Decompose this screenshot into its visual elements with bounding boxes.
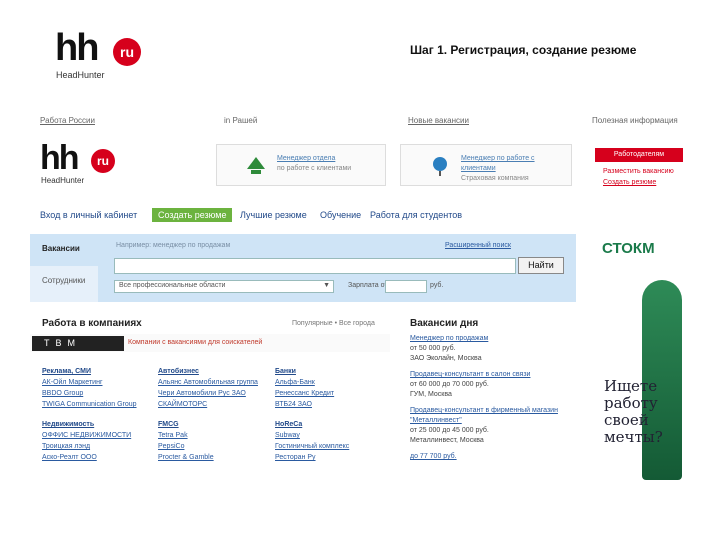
vacancy-company: ЗАО Эколайн, Москва [410,355,482,362]
logo-subtitle: HeadHunter [56,70,105,80]
company-link[interactable]: PepsiCo [158,441,273,452]
vacancy-company: ГУМ, Москва [410,391,452,398]
search-input[interactable] [114,258,516,274]
logo-hh-text: hh [55,27,99,69]
vacancy-salary-link[interactable]: до 77 700 руб. [410,452,586,462]
company-link[interactable]: Альянс Автомобильная группа [158,377,273,388]
tab-vacancies[interactable]: Вакансии [42,244,80,253]
category-heading[interactable]: Недвижимость [42,419,157,430]
search-hint: Например: менеджер по продажам [116,242,231,249]
stockmann-logo: СТОКМ [602,240,655,257]
logo-ru-badge: ru [113,38,141,66]
vacancy-title-link[interactable]: Менеджер по продажам [410,334,586,344]
chevron-down-icon: ▼ [323,282,330,289]
company-link[interactable]: ВТБ24 ЗАО [275,399,390,410]
company-link[interactable]: Гостиничный комплекс [275,441,390,452]
topnav-item-new[interactable]: Новые вакансии [408,116,469,125]
site-logo-hh: hh [40,139,80,177]
stockmann-ad[interactable]: СТОКМ Ищете работу своей мечты? [602,240,690,480]
companies-banner-text: Компании с вакансиями для соискателей [128,339,263,346]
company-link[interactable]: Ренессанс Кредит [275,388,390,399]
vacancy-company: Металлинвест, Москва [410,437,484,444]
profession-area-select[interactable]: Все профессиональные области ▼ [114,280,334,293]
banner-1-line1: Менеджер отдела [277,155,336,162]
main-navigation: Вход в личный кабинет Создать резюме Луч… [40,208,600,224]
students-link[interactable]: Работа для студентов [370,210,462,220]
company-link[interactable]: АК-Ойл Маркетинг [42,377,157,388]
best-resumes-link[interactable]: Лучшие резюме [240,210,307,220]
company-link[interactable]: Ресторан Ру [275,452,390,463]
headhunter-logo: hh ru HeadHunter [55,28,145,82]
search-panel: Вакансии Сотрудники Например: менеджер п… [30,234,576,302]
category-heading[interactable]: FMCG [158,419,273,430]
company-link[interactable]: Аско-Реэлт ООО [42,452,157,463]
vacancy-salary: от 25 000 до 45 000 руб. [410,427,489,434]
tab-employees[interactable]: Сотрудники [30,266,98,302]
currency-label: руб. [430,282,444,289]
ad-slogan-line: Ищете [604,377,658,395]
vacancy-title-link[interactable]: Продавец-консультант в салон связи [410,370,586,380]
vacancies-of-day: Вакансии дня Менеджер по продажам от 50 … [408,308,588,498]
category-heading[interactable]: Автобизнес [158,366,273,377]
profession-area-value: Все профессиональные области [119,282,226,289]
salary-label: Зарплата от [348,282,388,289]
vacancy-salary: от 60 000 до 70 000 руб. [410,381,489,388]
globe-logo-icon [433,157,447,176]
company-link[interactable]: BBDO Group [42,388,157,399]
companies-title: Работа в компаниях [42,318,142,329]
companies-banner[interactable]: ТВМ Компании с вакансиями для соискателе… [30,334,390,352]
vacancies-title: Вакансии дня [410,318,479,329]
category-heading[interactable]: Реклама, СМИ [42,366,157,377]
banner-1-line2: по работе с клиентами [277,165,352,172]
site-logo[interactable]: hh ru HeadHunter [40,140,120,188]
employers-button[interactable]: Работодателям [595,148,683,162]
topnav-item-in[interactable]: in Рашей [224,116,257,125]
vacancy-salary: от 50 000 руб. [410,345,456,352]
banner-2-line1: Менеджер по работе с клиентами [461,155,535,172]
banner-2-line2: Страховая компания [461,175,529,182]
create-resume-link[interactable]: Создать резюме [603,179,656,186]
site-logo-ru: ru [91,149,115,173]
company-link[interactable]: Subway [275,430,390,441]
site-logo-subtitle: HeadHunter [41,176,85,185]
training-link[interactable]: Обучение [320,210,361,220]
category-heading[interactable]: HoReCa [275,419,390,430]
company-link[interactable]: ОФФИС НЕДВИЖИМОСТИ [42,430,157,441]
company-link[interactable]: Procter & Gamble [158,452,273,463]
tvm-logo: ТВМ [32,336,124,351]
ad-slogan: Ищете работу своей мечты? [604,378,663,446]
topnav-item-info[interactable]: Полезная информация [592,116,678,125]
category-heading[interactable]: Банки [275,366,390,377]
topnav-item-russia[interactable]: Работа России [40,116,95,125]
company-link[interactable]: Альфа-Банк [275,377,390,388]
ad-slogan-line: своей [604,411,649,429]
top-navigation: Работа России in Рашей Новые вакансии По… [40,116,680,128]
ad-slogan-line: работу [604,394,658,412]
vacancy-title-link[interactable]: Продавец-консультант в фирменный магазин… [410,406,586,426]
employer-banner-2[interactable]: Менеджер по работе с клиентами Страховая… [400,144,572,186]
company-link[interactable]: Троицкая лэнд [42,441,157,452]
ad-slogan-line: мечты? [604,428,663,446]
vacancy-list: Менеджер по продажам от 50 000 руб. ЗАО … [410,334,586,462]
company-link[interactable]: TWIGA Communication Group [42,399,157,410]
company-link[interactable]: Tetra Pak [158,430,273,441]
slide-title: Шаг 1. Регистрация, создание резюме [410,43,637,57]
company-link[interactable]: СКАЙМОТОРС [158,399,273,410]
company-link[interactable]: Чери Автомобили Рус ЗАО [158,388,273,399]
salary-input[interactable] [385,280,427,293]
extended-search-link[interactable]: Расширенный поиск [445,242,511,249]
post-vacancy-link[interactable]: Разместить вакансию [603,168,674,175]
website-screenshot: Работа России in Рашей Новые вакансии По… [30,108,690,508]
find-button[interactable]: Найти [518,257,564,274]
create-resume-tab[interactable]: Создать резюме [152,208,233,222]
tree-logo-icon [247,157,265,174]
companies-links[interactable]: Популярные • Все города [292,320,375,327]
employer-banner-1[interactable]: Менеджер отдела по работе с клиентами [216,144,386,186]
companies-section: Работа в компаниях Популярные • Все горо… [30,308,390,498]
login-link[interactable]: Вход в личный кабинет [40,210,137,220]
